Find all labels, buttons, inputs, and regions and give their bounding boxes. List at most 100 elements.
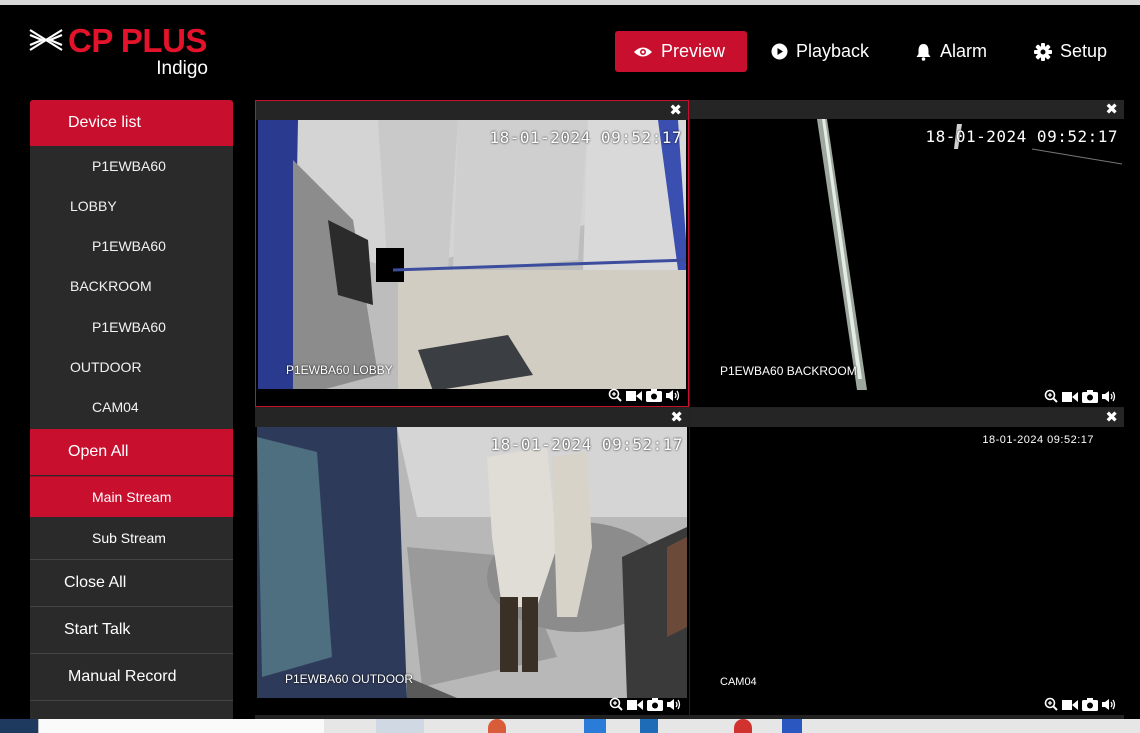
audio-icon[interactable] [1102, 698, 1118, 716]
camera-feed-lobby: 18-01-2024 09:52:17 P1EWBA60 LOBBY [258, 120, 686, 389]
close-icon[interactable]: ✖ [670, 408, 683, 427]
backroom-feed-image [692, 119, 1122, 390]
device-name: P1EWBA60 [92, 319, 166, 335]
camera-item-cam04[interactable]: CAM04 [30, 387, 233, 427]
nav-setup[interactable]: Setup [1034, 31, 1107, 72]
camera-timestamp: 18-01-2024 09:52:17 [982, 434, 1094, 446]
camera-feed-backroom: 18-01-2024 09:52:17 P1EWBA60 BACKROOM [692, 119, 1122, 390]
outdoor-feed-image [257, 427, 687, 698]
camera-label: CAM04 [720, 676, 757, 688]
zoom-in-icon[interactable] [1044, 389, 1058, 408]
brand-sub: Indigo [156, 58, 208, 79]
sub-stream-label: Sub Stream [92, 530, 166, 546]
cell-toolbar [690, 389, 1124, 408]
camera-group-name: LOBBY [70, 198, 117, 214]
nav-preview-label: Preview [661, 41, 726, 61]
open-all-button[interactable]: Open All [30, 429, 233, 475]
video-cell-cam04[interactable]: ✖ 18-01-2024 09:52:17 CAM04 [690, 408, 1124, 715]
snapshot-icon[interactable] [647, 697, 663, 716]
bell-icon [916, 43, 931, 61]
taskbar-app-icon[interactable] [782, 719, 802, 733]
cell-header [255, 408, 689, 427]
snapshot-icon[interactable] [1082, 389, 1098, 408]
camera-feed-outdoor: 18-01-2024 09:52:17 P1EWBA60 OUTDOOR [257, 427, 687, 698]
taskbar-app-icon[interactable] [640, 719, 658, 733]
sub-stream-option[interactable]: Sub Stream [30, 517, 233, 559]
close-icon[interactable]: ✖ [1105, 408, 1118, 427]
nav-preview[interactable]: Preview [615, 31, 747, 72]
device-list-header[interactable]: Device list [30, 100, 233, 146]
taskbar-app-icon[interactable] [584, 719, 606, 733]
nav-alarm-label: Alarm [940, 41, 988, 61]
cell-toolbar [256, 388, 688, 407]
cell-toolbar [690, 697, 1124, 716]
camera-label: P1EWBA60 BACKROOM [720, 364, 857, 378]
taskbar-app-active[interactable] [376, 719, 424, 733]
main-stream-option[interactable]: Main Stream [30, 476, 233, 517]
camera-name: CAM04 [92, 399, 139, 415]
camera-feed-cam04: 18-01-2024 09:52:17 CAM04 [692, 427, 1122, 698]
video-cell-lobby[interactable]: ✖ 18-01-2024 09:52:17 P1EWBA60 LOBBY [255, 100, 689, 407]
video-cell-backroom[interactable]: ✖ 18-01-2024 09:52:17 P1EWBA60 BACKROOM [690, 100, 1124, 407]
taskbar-search-box[interactable] [38, 719, 324, 733]
camera-label: P1EWBA60 OUTDOOR [285, 672, 414, 686]
zoom-in-icon[interactable] [608, 388, 622, 407]
eye-icon [634, 47, 652, 56]
camera-timestamp: 18-01-2024 09:52:17 [489, 128, 682, 147]
snapshot-icon[interactable] [646, 388, 662, 407]
nav-setup-label: Setup [1060, 41, 1108, 61]
close-icon[interactable]: ✖ [669, 101, 682, 120]
camera-timestamp: 18-01-2024 09:52:17 [490, 435, 683, 454]
snapshot-icon[interactable] [1082, 697, 1098, 716]
video-cell-outdoor[interactable]: ✖ 18-01-2024 09:52:17 P1EWBA60 OUTDOOR [255, 408, 689, 715]
audio-icon[interactable] [667, 698, 683, 716]
record-icon[interactable] [626, 389, 642, 407]
device-list-label: Device list [68, 114, 141, 131]
window-top-strip [0, 0, 1140, 5]
device-name: P1EWBA60 [92, 238, 166, 254]
audio-icon[interactable] [1102, 390, 1118, 408]
manual-record-label: Manual Record [68, 668, 177, 685]
camera-group-name: OUTDOOR [70, 359, 142, 375]
brand-logo: CP PLUS Indigo [28, 22, 218, 82]
nav-playback-label: Playback [796, 41, 870, 61]
record-icon[interactable] [1062, 698, 1078, 716]
taskbar-app-icon[interactable] [734, 719, 752, 733]
play-circle-icon [771, 43, 788, 60]
open-all-label: Open All [68, 443, 129, 460]
camera-label: P1EWBA60 LOBBY [286, 363, 393, 377]
sidebar-next-item[interactable] [30, 700, 233, 720]
main-stream-label: Main Stream [92, 489, 172, 505]
video-grid: ✖ 18-01-2024 09:52:17 P1EWBA60 LOBBY ✖ 1… [255, 100, 1124, 720]
audio-icon[interactable] [666, 389, 682, 407]
manual-record-button[interactable]: Manual Record [30, 653, 233, 700]
camera-group-outdoor[interactable]: OUTDOOR [30, 347, 233, 387]
camera-group-backroom[interactable]: BACKROOM [30, 266, 233, 306]
nav-alarm[interactable]: Alarm [915, 31, 987, 72]
camera-timestamp: 18-01-2024 09:52:17 [925, 127, 1118, 146]
gear-icon [1034, 42, 1052, 61]
cell-toolbar [255, 697, 689, 716]
zoom-in-icon[interactable] [1044, 697, 1058, 716]
device-name: P1EWBA60 [92, 158, 166, 174]
cell-header [690, 408, 1124, 427]
device-item[interactable]: P1EWBA60 [30, 307, 233, 347]
device-item[interactable]: P1EWBA60 [30, 226, 233, 266]
close-icon[interactable]: ✖ [1105, 100, 1118, 119]
camera-group-lobby[interactable]: LOBBY [30, 186, 233, 226]
taskbar-app-icon[interactable] [488, 719, 506, 733]
record-icon[interactable] [627, 698, 643, 716]
cell-header [690, 100, 1124, 119]
device-item[interactable]: P1EWBA60 [30, 146, 233, 186]
start-talk-button[interactable]: Start Talk [30, 606, 233, 653]
lobby-feed-image [258, 120, 686, 389]
zoom-in-icon[interactable] [609, 697, 623, 716]
start-area[interactable] [0, 719, 38, 733]
start-talk-label: Start Talk [64, 621, 131, 638]
cpplus-logo-icon [29, 29, 63, 51]
close-all-button[interactable]: Close All [30, 559, 233, 606]
record-icon[interactable] [1062, 390, 1078, 408]
camera-group-name: BACKROOM [70, 278, 152, 294]
close-all-label: Close All [64, 574, 127, 591]
nav-playback[interactable]: Playback [771, 31, 869, 72]
